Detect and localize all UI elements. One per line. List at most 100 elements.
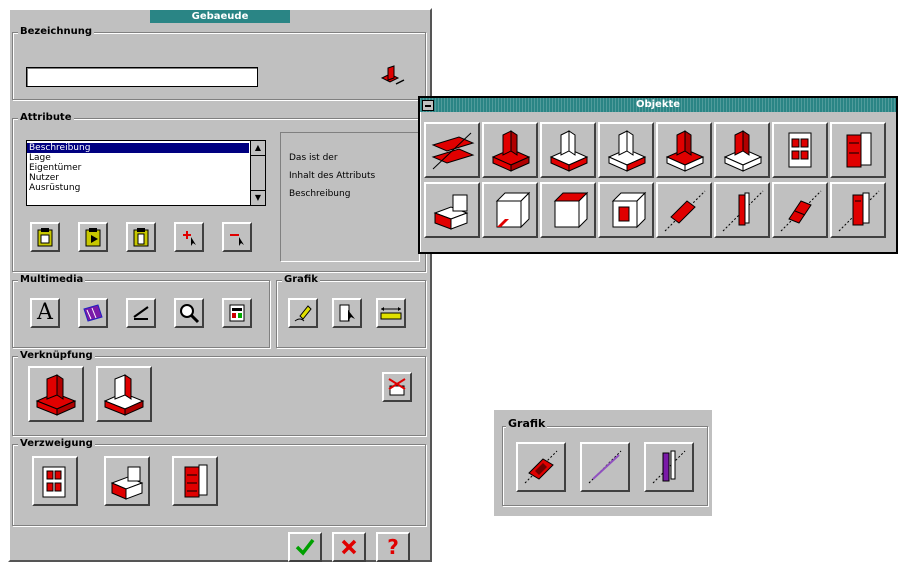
object-surface-button[interactable]: [656, 182, 712, 238]
paste-attribute-button[interactable]: [30, 222, 60, 252]
grafik-palette: Grafik: [494, 410, 712, 516]
object-panel-button[interactable]: [772, 182, 828, 238]
building-floor-icon: [607, 130, 647, 172]
zoom-button[interactable]: [174, 298, 204, 328]
link-building-button[interactable]: [28, 366, 84, 422]
attribute-list-item[interactable]: Ausrüstung: [27, 183, 249, 193]
attribute-list-item[interactable]: Eigentümer: [27, 163, 249, 173]
objekte-title: Objekte: [635, 99, 681, 110]
cabinet-icon: [846, 132, 872, 168]
object-layers-button[interactable]: [424, 122, 480, 178]
object-rooms-button[interactable]: [424, 182, 480, 238]
door-icon: [838, 190, 880, 232]
info-line-3: Beschreibung: [289, 189, 351, 199]
object-building-white-button[interactable]: [540, 122, 596, 178]
line-icon: [588, 450, 622, 484]
film-button[interactable]: [78, 298, 108, 328]
rooms-icon: [433, 194, 469, 230]
bezeichnung-label: Bezeichnung: [18, 26, 94, 37]
ok-button[interactable]: [288, 532, 322, 562]
select-button[interactable]: [332, 298, 362, 328]
box-window-icon: [611, 191, 647, 229]
object-cabinet-button[interactable]: [830, 122, 886, 178]
attribute-list[interactable]: Beschreibung Lage Eigentümer Nutzer Ausrüstu…: [26, 140, 266, 206]
clipboard-arrow-icon: [85, 228, 101, 247]
floors-icon: [42, 466, 66, 498]
help-button[interactable]: ?: [376, 532, 410, 562]
bezeichnung-input[interactable]: [26, 67, 258, 87]
text-button[interactable]: A: [30, 298, 60, 328]
attribute-label: Attribute: [18, 112, 74, 123]
layers-icon: [431, 132, 475, 170]
scroll-up-icon[interactable]: ▲: [251, 141, 265, 156]
add-attribute-button[interactable]: [174, 222, 204, 252]
text-a-icon: A: [37, 300, 53, 325]
floors-icon: [788, 132, 812, 168]
object-door-button[interactable]: [830, 182, 886, 238]
objekte-grid: [424, 122, 894, 244]
title-bar: Gebaeude: [10, 10, 430, 23]
unlink-button[interactable]: [382, 372, 412, 402]
object-building-floor-button[interactable]: [598, 122, 654, 178]
wall-icon: [722, 190, 764, 232]
building-red-icon: [35, 374, 77, 416]
window-title: Gebaeude: [150, 10, 290, 23]
help-icon: ?: [387, 535, 399, 559]
multimedia-label: Multimedia: [18, 274, 86, 285]
pen-icon: [294, 305, 312, 322]
attribute-info-panel: Das ist der Inhalt des Attributs Beschre…: [280, 132, 420, 262]
verzweigung-label: Verzweigung: [18, 438, 95, 449]
rooms-icon: [110, 466, 144, 500]
branch-cabinet-button[interactable]: [172, 456, 218, 506]
building-white-icon: [549, 130, 589, 172]
branch-floors-button[interactable]: [32, 456, 78, 506]
surface-icon: [664, 190, 706, 232]
measure-button[interactable]: [376, 298, 406, 328]
cabinet-icon: [184, 464, 208, 498]
object-floors-button[interactable]: [772, 122, 828, 178]
document-icon: [229, 304, 245, 322]
object-wall-button[interactable]: [714, 182, 770, 238]
building-red-icon: [491, 130, 531, 172]
minus-cursor-icon: [230, 234, 244, 246]
attribute-list-item[interactable]: Lage: [27, 153, 249, 163]
objekte-window: Objekte: [418, 96, 898, 254]
object-building-red-button[interactable]: [482, 122, 538, 178]
cancel-button[interactable]: [332, 532, 366, 562]
document-button[interactable]: [222, 298, 252, 328]
grafik-line-button[interactable]: [580, 442, 630, 492]
building-tower-icon: [723, 130, 763, 172]
remove-attribute-button[interactable]: [222, 222, 252, 252]
sound-button[interactable]: [126, 298, 156, 328]
objekte-title-bar: Objekte: [420, 98, 896, 112]
object-building-wing-button[interactable]: [656, 122, 712, 178]
grafik-surface-button[interactable]: [516, 442, 566, 492]
clipboard-icon: [37, 228, 53, 247]
check-icon: [295, 538, 315, 556]
link-building-alt-button[interactable]: [96, 366, 152, 422]
object-box-top-button[interactable]: [540, 182, 596, 238]
grafik-wall-button[interactable]: [644, 442, 694, 492]
paste-special-button[interactable]: [78, 222, 108, 252]
grafik-label: Grafik: [282, 274, 320, 285]
building-pick-icon[interactable]: [378, 64, 406, 90]
clipboard-copy-button[interactable]: [126, 222, 156, 252]
building-outline-icon: [103, 374, 145, 416]
info-line-2: Inhalt des Attributs: [289, 171, 376, 181]
object-box-corner-button[interactable]: [482, 182, 538, 238]
scroll-down-icon[interactable]: ▼: [251, 190, 265, 205]
plus-cursor-icon: [183, 231, 196, 246]
box-corner-icon: [495, 191, 531, 229]
verknuepfung-label: Verknüpfung: [18, 350, 95, 361]
attribute-list-item[interactable]: Nutzer: [27, 173, 249, 183]
surface-icon: [524, 450, 558, 484]
clapper-icon: [133, 306, 149, 320]
branch-rooms-button[interactable]: [104, 456, 150, 506]
magnifier-icon: [180, 304, 200, 324]
object-building-tower-button[interactable]: [714, 122, 770, 178]
draw-button[interactable]: [288, 298, 318, 328]
object-box-window-button[interactable]: [598, 182, 654, 238]
gebaeude-window: Gebaeude Bezeichnung Attribute Beschreib…: [8, 8, 432, 562]
list-scrollbar[interactable]: ▲ ▼: [250, 141, 265, 205]
attribute-list-item[interactable]: Beschreibung: [27, 143, 249, 153]
